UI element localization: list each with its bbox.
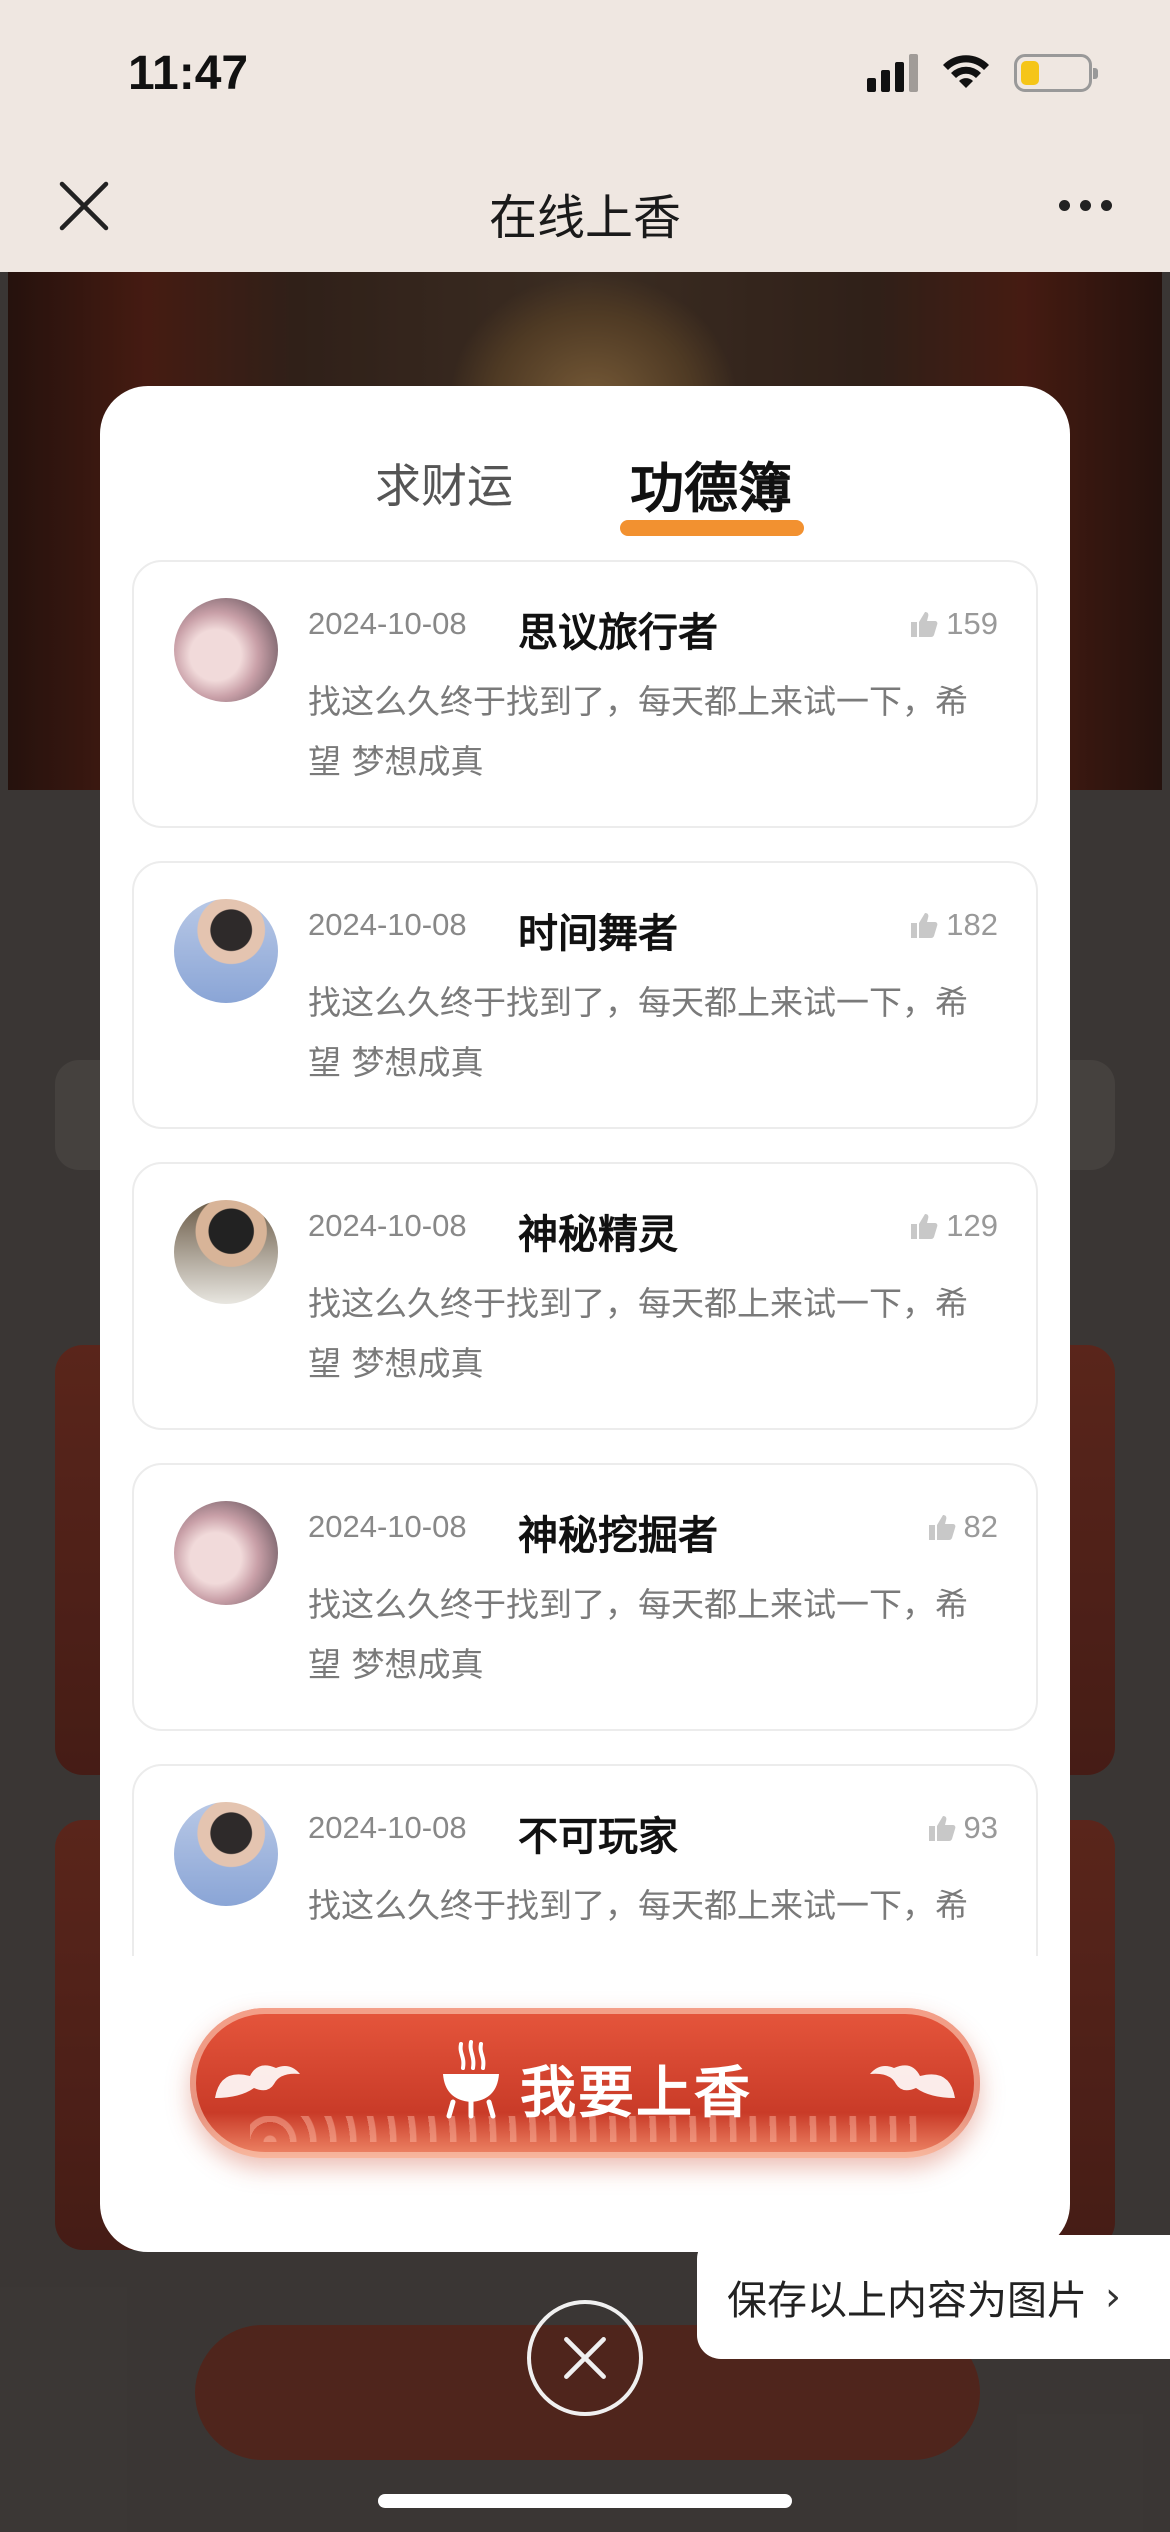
like-count: 129 [946, 1208, 998, 1243]
more-icon[interactable] [1059, 200, 1112, 211]
entry-message: 找这么久终于找到了，每天都上来试一下，希望 梦想成真 [308, 1284, 968, 1383]
user-name: 神秘精灵 [518, 1212, 678, 1258]
close-modal-icon[interactable] [527, 2300, 643, 2416]
top-bar: 11:47 在线上香 [0, 0, 1170, 272]
status-time: 11:47 [128, 47, 249, 100]
list-item: 2024-10-08 神秘挖掘者 82 找这么久终于找到了，每天都上来试一下，希… [132, 1463, 1038, 1731]
save-as-image-label: 保存以上内容为图片 [727, 2278, 1087, 2324]
list-item: 2024-10-08 神秘精灵 129 找这么久终于找到了，每天都上来试一下，希… [132, 1162, 1038, 1430]
like-button[interactable]: 182 [908, 907, 998, 943]
entry-date: 2024-10-08 [308, 1509, 467, 1544]
user-name: 不可玩家 [518, 1814, 678, 1860]
offer-incense-label: 我要上香 [520, 2061, 752, 2126]
page-title: 在线上香 [488, 190, 681, 246]
home-indicator [378, 2494, 792, 2508]
entry-message: 找这么久终于找到了，每天都上来试一下，希望 梦想成真 [308, 983, 968, 1082]
entry-message: 找这么久终于找到了，每天都上来试一下，希 [308, 1886, 968, 1925]
cloud-ornament-icon [870, 2065, 955, 2098]
avatar [174, 1200, 278, 1304]
battery-icon [1014, 54, 1098, 92]
save-as-image-button[interactable]: 保存以上内容为图片 › [697, 2235, 1170, 2359]
entry-date: 2024-10-08 [308, 1810, 467, 1845]
merit-list[interactable]: 2024-10-08 思议旅行者 159 找这么久终于找到了，每天都上来试一下，… [132, 560, 1038, 1956]
list-item: 2024-10-08 时间舞者 182 找这么久终于找到了，每天都上来试一下，希… [132, 861, 1038, 1129]
user-name: 时间舞者 [518, 911, 678, 957]
like-button[interactable]: 93 [926, 1810, 998, 1846]
like-count: 82 [963, 1509, 998, 1544]
chevron-right-icon: › [1105, 2274, 1121, 2320]
user-name: 神秘挖掘者 [518, 1513, 718, 1559]
thumbs-up-icon [911, 1214, 938, 1239]
status-icons [867, 54, 1098, 92]
like-button[interactable]: 82 [926, 1509, 998, 1545]
entry-message: 找这么久终于找到了，每天都上来试一下，希望 梦想成真 [308, 1585, 968, 1684]
tab-merit-book[interactable]: 功德簿 [630, 444, 792, 523]
entry-date: 2024-10-08 [308, 1208, 467, 1243]
cloud-ornament-icon [215, 2065, 300, 2098]
like-count: 159 [946, 606, 998, 641]
entry-date: 2024-10-08 [308, 907, 467, 942]
thumbs-up-icon [928, 1515, 955, 1540]
like-count: 93 [963, 1810, 998, 1845]
list-item: 2024-10-08 不可玩家 93 找这么久终于找到了，每天都上来试一下，希 [132, 1764, 1038, 1956]
entry-date: 2024-10-08 [308, 606, 467, 641]
offer-incense-button[interactable]: 我要上香 [190, 2008, 980, 2158]
like-button[interactable]: 159 [908, 606, 998, 642]
tab-wealth-fortune[interactable]: 求财运 [375, 450, 513, 516]
like-button[interactable]: 129 [908, 1208, 998, 1244]
avatar [174, 1501, 278, 1605]
incense-burner-icon [443, 2040, 499, 2119]
avatar [174, 899, 278, 1003]
thumbs-up-icon [928, 1816, 955, 1841]
user-name: 思议旅行者 [518, 610, 718, 656]
thumbs-up-icon [911, 913, 938, 938]
thumbs-up-icon [911, 612, 938, 637]
avatar [174, 1802, 278, 1906]
avatar [174, 598, 278, 702]
merit-book-modal: 求财运 功德簿 2024-10-08 思议旅行者 159 找这么久终于找到了，每… [100, 386, 1070, 2252]
tab-bar: 求财运 功德簿 [100, 444, 1070, 524]
cellular-signal-icon [867, 54, 918, 92]
active-tab-indicator [620, 520, 804, 536]
wifi-icon [943, 55, 989, 88]
list-item: 2024-10-08 思议旅行者 159 找这么久终于找到了，每天都上来试一下，… [132, 560, 1038, 828]
like-count: 182 [946, 907, 998, 942]
entry-message: 找这么久终于找到了，每天都上来试一下，希望 梦想成真 [308, 682, 968, 781]
